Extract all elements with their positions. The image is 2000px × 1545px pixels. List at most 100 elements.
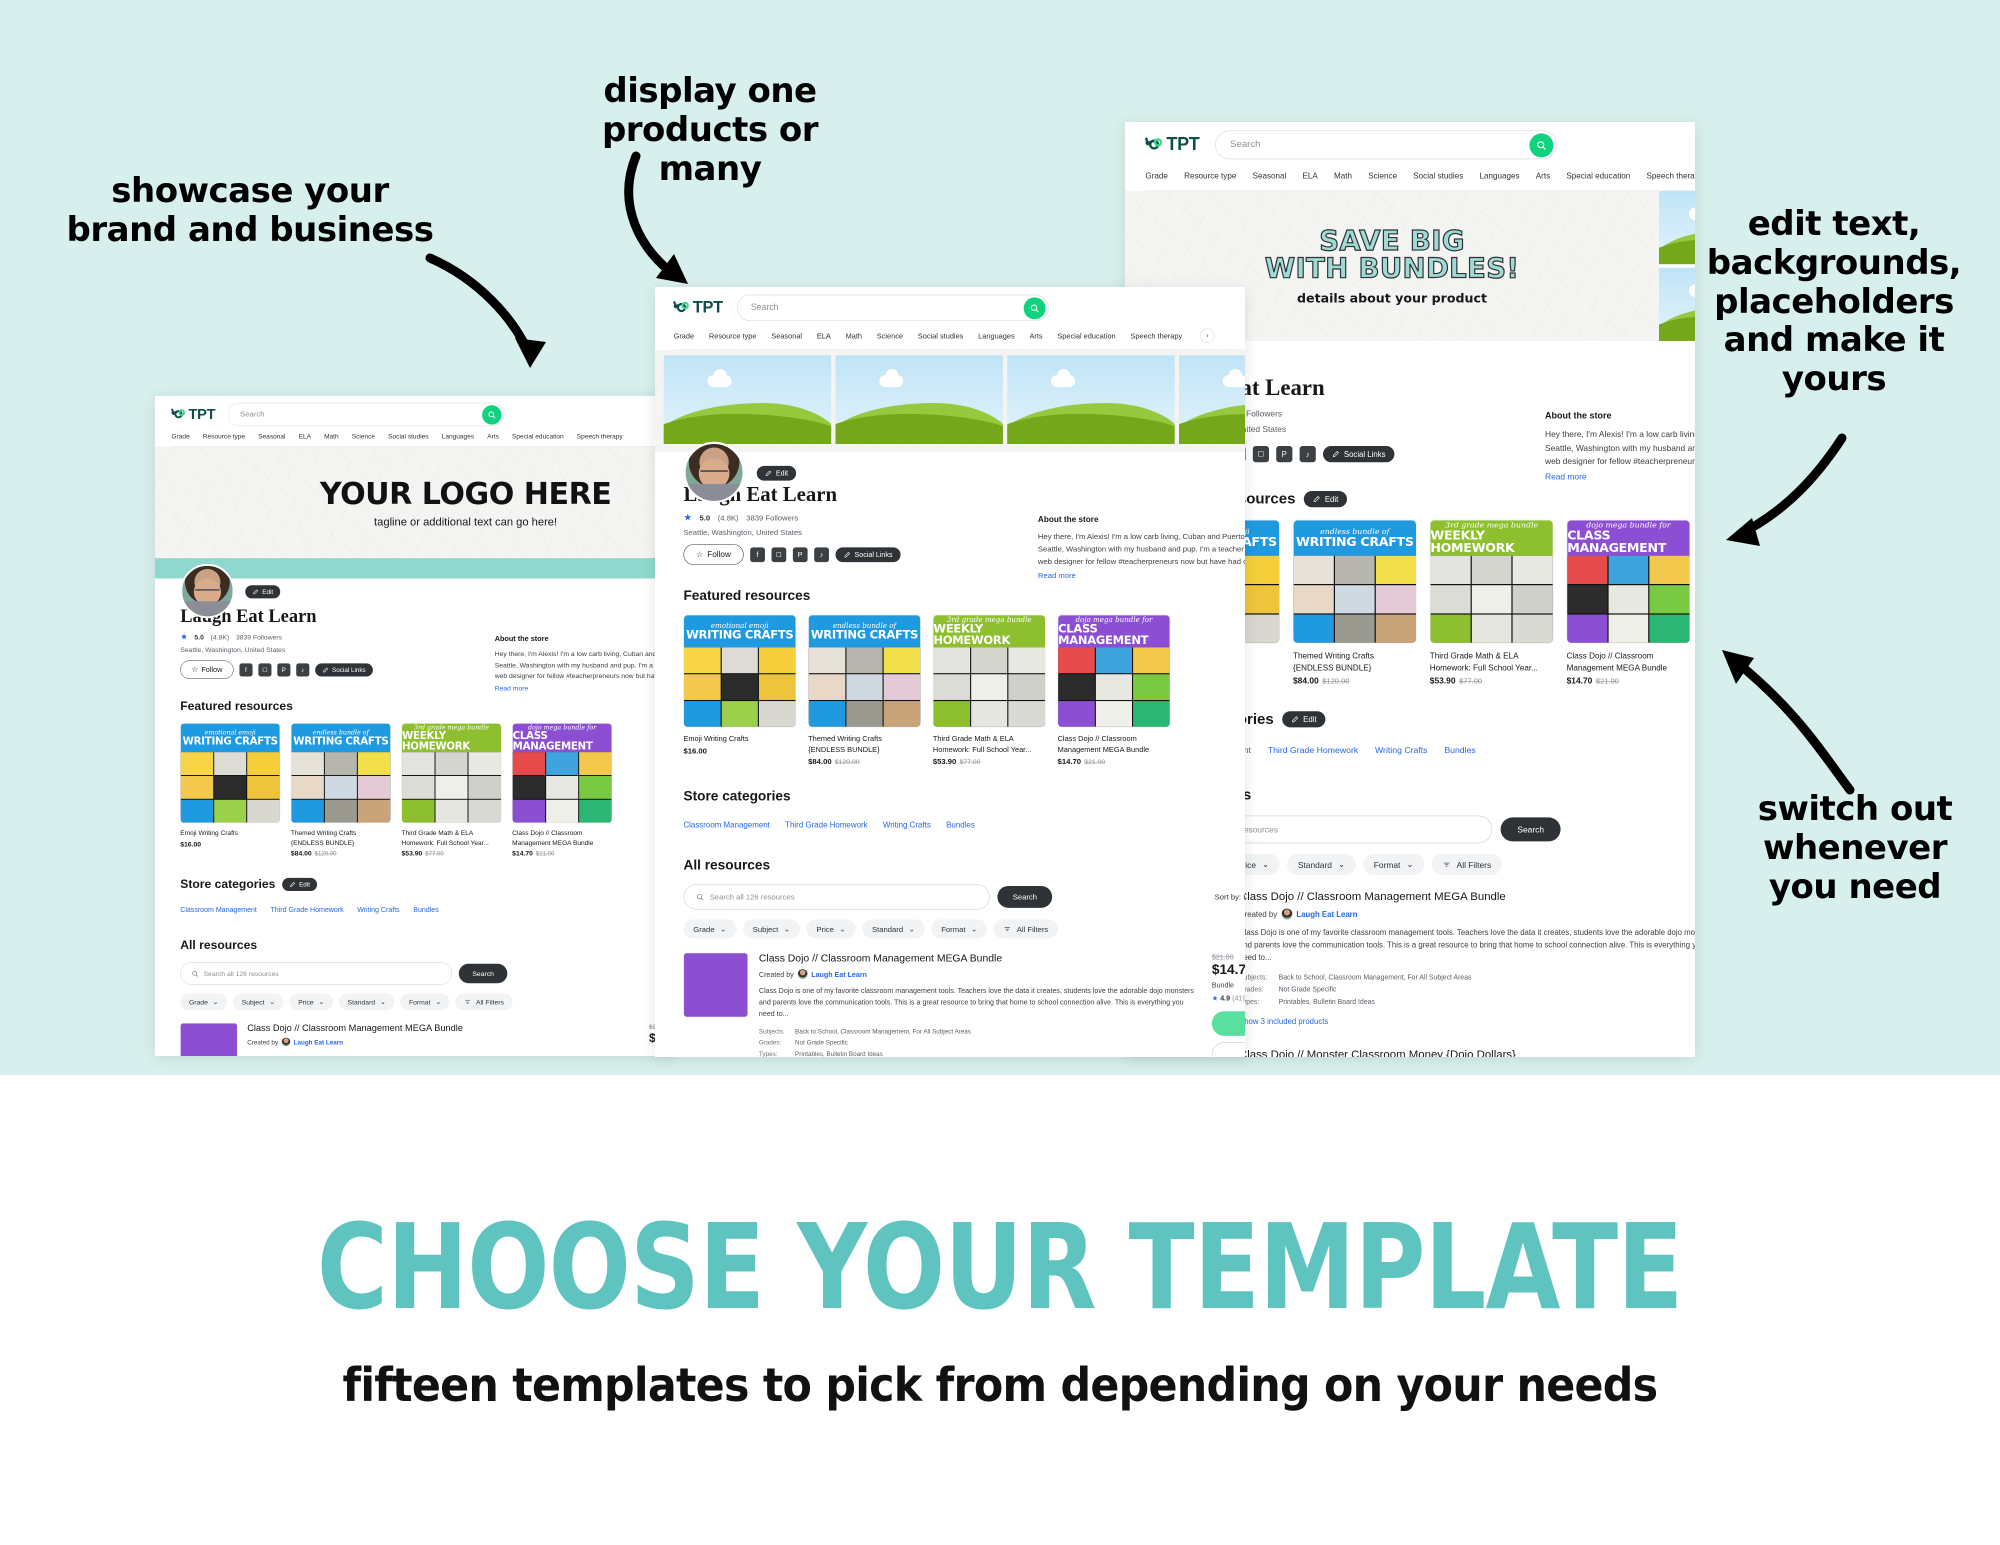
featured-card[interactable]: dojo mega bundle for CLASS MANAGEMENT Cl…	[512, 723, 613, 857]
filter-format[interactable]: Format ⌄	[931, 919, 988, 939]
nav-resource-type[interactable]: Resource type	[1184, 171, 1236, 180]
edit-featured-button[interactable]: Edit	[1303, 491, 1348, 508]
nav-resource-type[interactable]: Resource type	[709, 332, 757, 340]
social-links-button[interactable]: Social Links	[835, 547, 901, 562]
nav-grade[interactable]: Grade	[674, 332, 695, 340]
nav-arts[interactable]: Arts	[487, 433, 499, 440]
nav-speech-therapy[interactable]: Speech therapy	[1647, 171, 1695, 180]
instagram-icon[interactable]: ◻	[1252, 445, 1269, 462]
featured-card[interactable]: 3rd grade mega bundle WEEKLY HOMEWORK Th…	[932, 614, 1046, 766]
store-banner-1[interactable]: YOUR LOGO HERE tagline or additional tex…	[155, 446, 675, 559]
category-link[interactable]: Bundles	[946, 821, 975, 830]
resources-search-button[interactable]: Search	[458, 963, 508, 984]
nav-math[interactable]: Math	[846, 332, 862, 340]
featured-card[interactable]: endless bundle of WRITING CRAFTS Themed …	[1293, 519, 1417, 685]
category-link[interactable]: Classroom Management	[180, 906, 257, 914]
filter-format[interactable]: Format ⌄	[1362, 854, 1425, 876]
filter-subject[interactable]: Subject⌄	[742, 919, 801, 939]
author-link[interactable]: Laugh Eat Learn	[1296, 910, 1357, 919]
placeholder-image[interactable]	[1179, 355, 1245, 444]
read-more-link[interactable]: Read more	[1038, 571, 1076, 580]
nav-science[interactable]: Science	[877, 332, 903, 340]
resource-title[interactable]: Class Dojo // Classroom Management MEGA …	[759, 953, 1201, 965]
placeholder-image[interactable]	[835, 355, 1003, 444]
filter-grade[interactable]: Grade ⌄	[683, 919, 737, 939]
category-link[interactable]: Third Grade Homework	[270, 906, 343, 914]
follow-button[interactable]: ☆Follow	[683, 544, 744, 565]
nav-languages[interactable]: Languages	[1479, 171, 1519, 180]
author-link[interactable]: Laugh Eat Learn	[294, 1038, 343, 1045]
nav-arts[interactable]: Arts	[1029, 332, 1042, 340]
tiktok-icon[interactable]: ♪	[296, 663, 310, 677]
wish-list-button[interactable]: Wish List	[1211, 1042, 1245, 1057]
all-filters-button[interactable]: All Filters	[455, 993, 513, 1011]
featured-card[interactable]: 3rd grade mega bundle WEEKLY HOMEWORK Th…	[1429, 519, 1554, 685]
filter-price[interactable]: Price ⌄	[806, 919, 856, 939]
show-included-link[interactable]: Show 3 included products	[1239, 1016, 1328, 1025]
search-input[interactable]: Search	[1215, 130, 1558, 160]
resource-row[interactable]: Class Dojo // Classroom Management MEGA …	[683, 939, 1245, 1057]
category-link[interactable]: Bundles	[1444, 746, 1475, 756]
filter-grade[interactable]: Grade ⌄	[180, 993, 228, 1011]
tpt-logo[interactable]: TPT	[673, 298, 723, 317]
store-banner-2[interactable]	[655, 350, 1245, 452]
filter-subject[interactable]: Subject⌄	[232, 993, 284, 1011]
social-links-button[interactable]: Social Links	[1322, 445, 1395, 462]
category-link[interactable]: Third Grade Homework	[785, 821, 867, 830]
nav-special-education[interactable]: Special education	[1566, 171, 1630, 180]
sort-select[interactable]: Sort by: Best Sellers	[1215, 893, 1245, 902]
tpt-logo[interactable]: TPT	[1144, 135, 1200, 155]
get-bundle-button[interactable]: Get Bundle	[1211, 1011, 1245, 1036]
category-link[interactable]: Bundles	[413, 906, 438, 914]
nav-speech-therapy[interactable]: Speech therapy	[577, 433, 623, 440]
placeholder-image[interactable]	[1007, 355, 1175, 444]
nav-special-education[interactable]: Special education	[512, 433, 564, 440]
follow-button[interactable]: ☆Follow	[180, 660, 234, 679]
nav-math[interactable]: Math	[324, 433, 339, 440]
instagram-icon[interactable]: ◻	[258, 663, 272, 677]
featured-card[interactable]: dojo mega bundle for CLASS MANAGEMENT Cl…	[1566, 519, 1691, 685]
resource-row[interactable]: Class Dojo // Classroom Management MEGA …	[180, 1010, 675, 1056]
resources-search-input[interactable]: Search all 126 resources	[683, 884, 990, 910]
resource-title[interactable]: Class Dojo // Monster Classroom Money {D…	[1239, 1048, 1695, 1057]
category-link[interactable]: Writing Crafts	[883, 821, 931, 830]
filter-standard[interactable]: Standard ⌄	[1287, 854, 1356, 876]
nav-grade[interactable]: Grade	[1145, 171, 1168, 180]
nav-social-studies[interactable]: Social studies	[918, 332, 964, 340]
filter-standard[interactable]: Standard ⌄	[862, 919, 925, 939]
category-link[interactable]: Third Grade Homework	[1268, 746, 1358, 756]
read-more-link[interactable]: Read more	[1545, 472, 1587, 482]
chevron-right-icon[interactable]: ›	[1200, 328, 1215, 343]
template-mockup-1[interactable]: TPT Search Grade Resource type Seasonal …	[155, 396, 675, 1056]
placeholder-image[interactable]	[1659, 267, 1695, 341]
featured-card[interactable]: endless bundle of WRITING CRAFTS Themed …	[290, 723, 391, 857]
pinterest-icon[interactable]: P	[277, 663, 291, 677]
search-icon[interactable]	[482, 405, 502, 425]
nav-languages[interactable]: Languages	[978, 332, 1015, 340]
nav-ela[interactable]: ELA	[817, 332, 831, 340]
author-link[interactable]: Laugh Eat Learn	[811, 970, 867, 978]
edit-banner-button[interactable]: Edit	[756, 465, 797, 481]
featured-card[interactable]: endless bundle of WRITING CRAFTS Themed …	[808, 614, 921, 766]
category-link[interactable]: Writing Crafts	[1375, 746, 1428, 756]
edit-categories-button[interactable]: Edit	[282, 877, 318, 892]
featured-card[interactable]: dojo mega bundle for CLASS MANAGEMENT Cl…	[1057, 614, 1171, 766]
category-link[interactable]: Writing Crafts	[357, 906, 399, 914]
nav-science[interactable]: Science	[1368, 171, 1397, 180]
all-filters-button[interactable]: All Filters	[1431, 854, 1502, 876]
read-more-link[interactable]: Read more	[495, 684, 529, 692]
nav-seasonal[interactable]: Seasonal	[258, 433, 285, 440]
nav-resource-type[interactable]: Resource type	[203, 433, 245, 440]
tpt-logo[interactable]: TPT	[171, 406, 216, 423]
nav-ela[interactable]: ELA	[299, 433, 311, 440]
search-icon[interactable]	[1529, 133, 1554, 158]
search-icon[interactable]	[1023, 297, 1046, 320]
resources-search-button[interactable]: Search	[997, 886, 1053, 908]
nav-grade[interactable]: Grade	[172, 433, 190, 440]
all-filters-button[interactable]: All Filters	[993, 919, 1059, 939]
tiktok-icon[interactable]: ♪	[1299, 445, 1316, 462]
resource-title[interactable]: Class Dojo // Classroom Management MEGA …	[1239, 891, 1695, 904]
featured-card[interactable]: emotional emoji WRITING CRAFTS Emoji Wri…	[683, 614, 797, 766]
search-input[interactable]: Search	[737, 294, 1049, 321]
edit-banner-button[interactable]: Edit	[245, 585, 281, 599]
